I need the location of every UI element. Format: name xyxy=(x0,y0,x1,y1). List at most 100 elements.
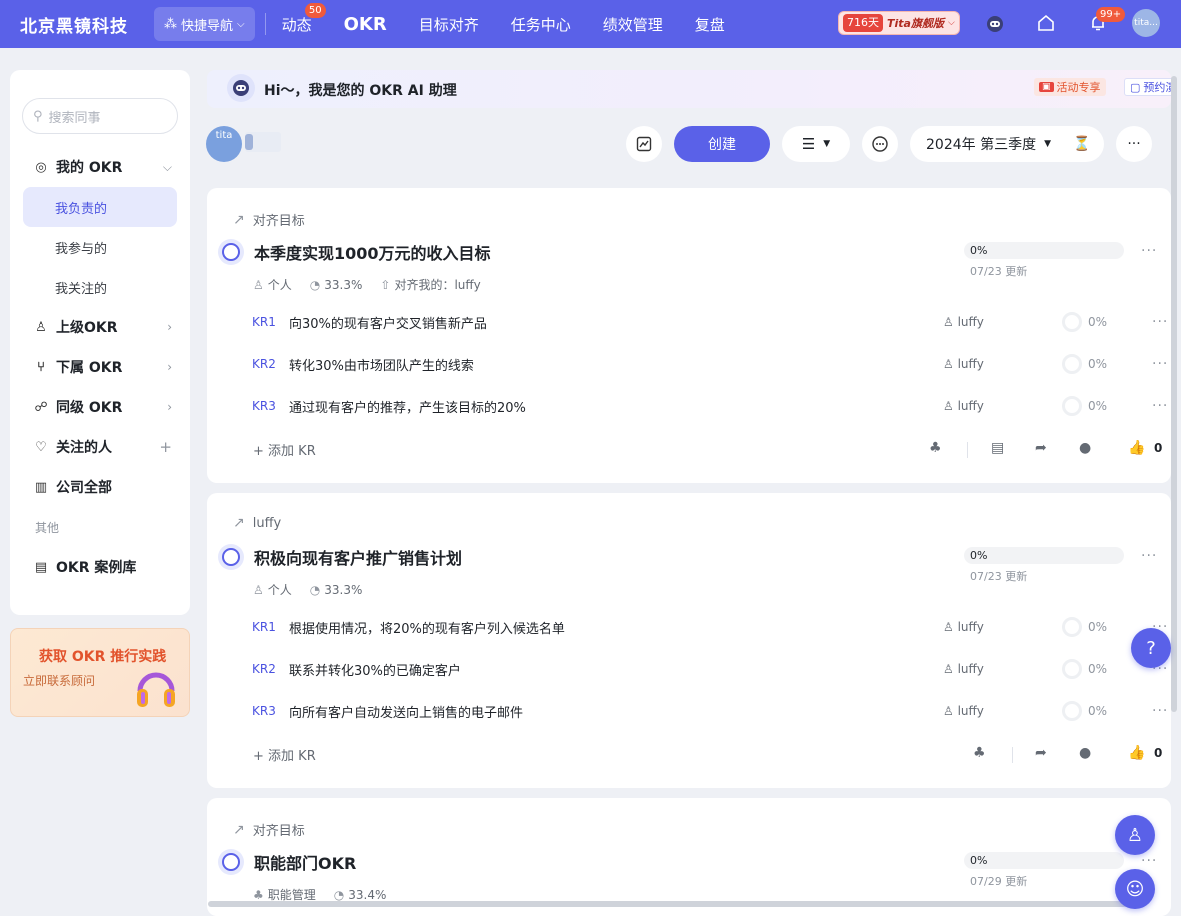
kr-progress[interactable]: 0% xyxy=(1062,659,1107,679)
add-user-icon[interactable]: ♙ xyxy=(1115,815,1155,855)
thumbs-up-icon[interactable]: 👍 xyxy=(1128,745,1145,761)
thumbs-up-icon[interactable]: 👍 xyxy=(1128,440,1145,456)
nav-goal-alignment[interactable]: 目标对齐 xyxy=(419,14,479,35)
like-count: 0 xyxy=(1154,441,1163,455)
promo-card[interactable]: 获取 OKR 推行实践 立即联系顾问 xyxy=(10,628,190,717)
nav-review[interactable]: 复盘 xyxy=(695,14,725,35)
help-icon[interactable]: ? xyxy=(1131,628,1171,668)
chevron-down-icon: ⌵ xyxy=(947,18,955,28)
more-options-icon[interactable]: ··· xyxy=(1141,548,1157,564)
caret-down-icon: ▼ xyxy=(1044,139,1052,149)
objective-progress-bar[interactable]: 0% xyxy=(964,242,1124,259)
kr-owner[interactable]: ♙ luffy xyxy=(943,662,984,676)
objective-progress-bar[interactable]: 0% xyxy=(964,852,1124,869)
add-kr-button[interactable]: + 添加 KR xyxy=(253,440,316,459)
nav-okr[interactable]: OKR xyxy=(344,14,387,35)
dynamics-badge: 50 xyxy=(304,2,326,18)
aligned-to[interactable]: ⇧ 对齐我的：luffy xyxy=(380,276,480,293)
other-section-label: 其他 xyxy=(35,521,60,535)
customer-service-icon[interactable]: ☺ xyxy=(1115,869,1155,909)
kr-row[interactable]: KR3 向所有客户自动发送向上销售的电子邮件 ♙ luffy 0% ··· xyxy=(252,690,1171,732)
objective-header[interactable]: 本季度实现1000万元的收入目标 xyxy=(222,240,491,264)
kr-owner[interactable]: ♙ luffy xyxy=(943,399,984,413)
more-options-icon[interactable]: ··· xyxy=(1152,314,1168,330)
curve-arrow-icon: ↗ xyxy=(233,515,245,531)
filter-icon[interactable]: ⏳ xyxy=(1073,136,1090,152)
comment-icon[interactable] xyxy=(862,126,898,162)
alignment-label[interactable]: ↗ luffy xyxy=(233,515,281,531)
comment-icon[interactable]: ● xyxy=(1079,745,1091,761)
trial-badge[interactable]: 716天 Tita旗舰版 ⌵ xyxy=(838,11,960,35)
sidebar-item-peer-okr[interactable]: ☍ 同级 OKR › xyxy=(32,387,178,427)
nav-dynamics-label: 动态 xyxy=(281,15,312,34)
objective-header[interactable]: 积极向现有客户推广销售计划 xyxy=(222,545,462,569)
ai-assistant-bar[interactable]: Hi～，我是您的 OKR AI 助理 ▣ 活动专享 ▢ 预约演示 xyxy=(207,70,1174,108)
alignment-label[interactable]: ↗ 对齐目标 xyxy=(233,820,305,840)
kr-progress[interactable]: 0% xyxy=(1062,354,1107,374)
horizontal-scrollbar[interactable] xyxy=(208,901,1146,907)
chart-icon[interactable] xyxy=(626,126,662,162)
kr-owner[interactable]: ♙ luffy xyxy=(943,620,984,634)
add-icon[interactable]: + xyxy=(159,438,172,456)
vertical-scrollbar[interactable] xyxy=(1171,76,1177,712)
kr-row[interactable]: KR1 根据使用情况，将20%的现有客户列入候选名单 ♙ luffy 0% ··… xyxy=(252,606,1171,648)
sidebar-item-subordinate-okr[interactable]: ⑂ 下属 OKR › xyxy=(32,347,178,387)
robot-icon[interactable] xyxy=(984,12,1006,34)
share-icon[interactable]: ➦ xyxy=(1035,440,1047,456)
activity-tag[interactable]: ▣ 活动专享 xyxy=(1034,78,1106,96)
sidebar-item-label: 下属 OKR xyxy=(56,360,123,376)
sidebar-item-followed-people[interactable]: ♡ 关注的人 + xyxy=(32,427,178,467)
more-options-icon[interactable]: ··· xyxy=(1152,703,1168,719)
objective-header[interactable]: 职能部门OKR xyxy=(222,850,356,874)
kr-progress[interactable]: 0% xyxy=(1062,701,1107,721)
search-input[interactable]: ⚲ 搜索同事 xyxy=(22,98,178,134)
home-icon[interactable] xyxy=(1035,12,1057,34)
kr-progress[interactable]: 0% xyxy=(1062,396,1107,416)
nav-task-center[interactable]: 任务中心 xyxy=(511,14,571,35)
objective-progress-bar[interactable]: 0% xyxy=(964,547,1124,564)
sidebar-item-label: 上级OKR xyxy=(56,320,118,336)
more-options-icon[interactable]: ··· xyxy=(1141,243,1157,259)
more-options-icon[interactable]: ··· xyxy=(1116,126,1152,162)
sidebar-item-participated[interactable]: 我参与的 xyxy=(23,227,177,267)
kr-row[interactable]: KR2 转化30%由市场团队产生的线索 ♙ luffy 0% ··· xyxy=(252,343,1171,385)
share-icon[interactable]: ➦ xyxy=(1035,745,1047,761)
kr-owner[interactable]: ♙ luffy xyxy=(943,704,984,718)
sidebar-item-superior-okr[interactable]: ♙ 上级OKR › xyxy=(32,307,178,347)
chevron-down-icon: ⌵ xyxy=(237,18,245,30)
user-avatar[interactable]: tita... xyxy=(1132,9,1160,37)
kr-row[interactable]: KR1 向30%的现有客户交叉销售新产品 ♙ luffy 0% ··· xyxy=(252,301,1171,343)
more-options-icon[interactable]: ··· xyxy=(1152,356,1168,372)
quick-nav-button[interactable]: ⁂ 快捷导航 ⌵ xyxy=(154,7,255,41)
sidebar-item-case-library[interactable]: ▤ OKR 案例库 xyxy=(32,547,178,587)
report-icon[interactable]: ▤ xyxy=(991,440,1004,456)
add-kr-button[interactable]: + 添加 KR xyxy=(253,745,316,764)
nav-dynamics[interactable]: 动态 50 xyxy=(281,2,326,35)
like-count: 0 xyxy=(1154,746,1163,760)
kr-row[interactable]: KR2 联系并转化30%的已确定客户 ♙ luffy 0% ··· xyxy=(252,648,1171,690)
period-selector[interactable]: 2024年 第三季度 ▼ ⏳ xyxy=(910,126,1104,162)
sidebar-item-my-okr[interactable]: ◎ 我的 OKR ⌵ xyxy=(32,147,178,187)
company-name[interactable]: 北京黑镜科技 xyxy=(20,12,128,37)
kr-progress[interactable]: 0% xyxy=(1062,617,1107,637)
kr-progress[interactable]: 0% xyxy=(1062,312,1107,332)
sidebar-item-company-all[interactable]: ▥ 公司全部 xyxy=(32,467,178,507)
alignment-label[interactable]: ↗ 对齐目标 xyxy=(233,210,305,230)
nav-performance[interactable]: 绩效管理 xyxy=(603,14,663,35)
create-button[interactable]: 创建 xyxy=(674,126,770,162)
kr-row[interactable]: KR3 通过现有客户的推荐，产生该目标的20% ♙ luffy 0% ··· xyxy=(252,385,1171,427)
more-options-icon[interactable]: ··· xyxy=(1152,398,1168,414)
kr-owner[interactable]: ♙ luffy xyxy=(943,357,984,371)
view-switch-dropdown[interactable]: ☰ ▼ xyxy=(782,126,850,162)
owner-avatar[interactable]: tita xyxy=(206,126,242,162)
person-icon: ♙ xyxy=(943,662,958,676)
org-tree-icon[interactable]: ♣ xyxy=(973,745,986,761)
comment-icon[interactable]: ● xyxy=(1079,440,1091,456)
owner-type: ♙ 个人 xyxy=(253,583,292,597)
kr-owner[interactable]: ♙ luffy xyxy=(943,315,984,329)
book-demo-tag[interactable]: ▢ 预约演示 xyxy=(1124,78,1174,96)
sidebar-item-responsible[interactable]: 我负责的 xyxy=(23,187,177,227)
org-tree-icon[interactable]: ♣ xyxy=(929,440,942,456)
more-options-icon[interactable]: ··· xyxy=(1141,853,1157,869)
sidebar-item-followed[interactable]: 我关注的 xyxy=(23,267,177,307)
